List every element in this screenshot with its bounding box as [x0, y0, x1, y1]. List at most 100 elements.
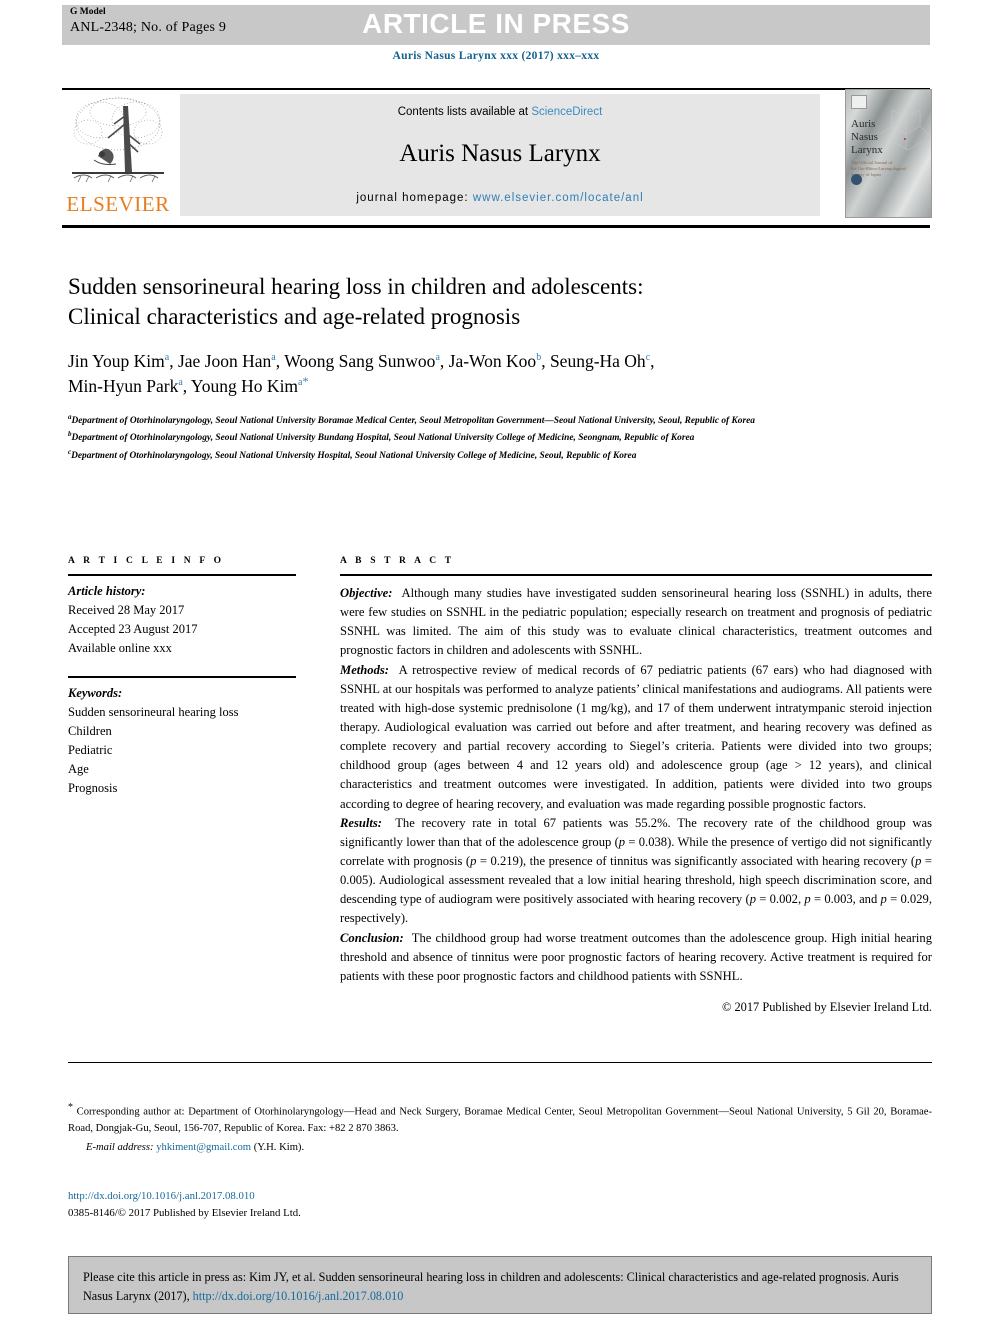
journal-citation-line: Auris Nasus Larynx xxx (2017) xxx–xxx: [392, 50, 600, 62]
author-separator: ,: [541, 350, 550, 371]
author-6: Min-Hyun Parka,: [68, 376, 191, 396]
author-name: Jin Youp Kim: [68, 350, 165, 371]
affiliation-text: Department of Otorhinolaryngology, Seoul…: [71, 416, 755, 427]
methods-label: Methods:: [340, 662, 389, 677]
asterisk-icon: *: [68, 1102, 73, 1113]
journal-cover-thumbnail: Auris Nasus Larynx The Official Journal of…: [845, 89, 932, 218]
contents-prefix: Contents lists available at: [397, 106, 532, 118]
author-name: Min-Hyun Park: [68, 376, 179, 397]
author-separator: ,: [439, 350, 449, 371]
history-available-online: Available online xxx: [68, 641, 172, 655]
masthead-top-rule: [62, 88, 930, 90]
affiliation-text: Department of Otorhinolaryngology, Seoul…: [71, 433, 695, 444]
author-name: Woong Sang Sunwoo: [284, 350, 436, 371]
title-line-2: Clinical characteristics and age-related…: [68, 304, 521, 330]
p-value-4: = 0.002,: [755, 892, 805, 907]
keyword-item: Age: [68, 762, 89, 776]
history-accepted: Accepted 23 August 2017: [68, 622, 198, 636]
keyword-item: Children: [68, 724, 112, 738]
contents-available-line: Contents lists available at ScienceDirec…: [180, 106, 820, 118]
journal-homepage-line: journal homepage: www.elsevier.com/locat…: [180, 192, 820, 204]
journal-masthead: ELSEVIER Contents lists available at Sci…: [62, 89, 932, 218]
conclusion-label: Conclusion:: [340, 930, 404, 945]
conclusion-text: The childhood group had worse treatment …: [340, 930, 932, 983]
author-5: Seung-Ha Ohc,: [550, 351, 655, 371]
author-name: Seung-Ha Oh: [549, 350, 646, 371]
keyword-item: Prognosis: [68, 781, 118, 795]
page-title: Sudden sensorineural hearing loss in chi…: [68, 272, 868, 333]
p-value-2: = 0.219), the presence of tinnitus was s…: [476, 853, 916, 868]
email-label: E-mail address:: [86, 1142, 154, 1153]
abstract-methods: Methods: A retrospective review of medic…: [340, 661, 932, 814]
article-info-rule: [68, 574, 296, 576]
affiliation-c: cDepartment of Otorhinolaryngology, Seou…: [68, 447, 858, 464]
elsevier-wordmark: ELSEVIER: [66, 192, 170, 216]
email-note: E-mail address: yhkiment@gmail.com (Y.H.…: [68, 1140, 932, 1157]
author-separator: ,: [275, 350, 285, 371]
affiliation-a: aDepartment of Otorhinolaryngology, Seou…: [68, 412, 858, 429]
author-separator: ,: [169, 350, 178, 371]
article-info-column: A R T I C L E I N F O Article history: R…: [68, 556, 296, 798]
keyword-item: Sudden sensorineural hearing loss: [68, 705, 239, 719]
results-label: Results:: [340, 815, 382, 830]
abstract-objective: Objective: Although many studies have in…: [340, 584, 932, 661]
author-name: Young Ho Kim: [190, 376, 299, 397]
cite-this-article-box: Please cite this article in press as: Ki…: [68, 1256, 932, 1314]
elsevier-tree-icon: [68, 94, 168, 190]
doi-and-issn-block: http://dx.doi.org/10.1016/j.anl.2017.08.…: [68, 1188, 301, 1223]
keyword-item: Pediatric: [68, 743, 113, 757]
abstract-copyright: © 2017 Published by Elsevier Ireland Ltd…: [721, 999, 932, 1014]
keywords-rule: [68, 676, 296, 678]
email-owner: (Y.H. Kim).: [253, 1142, 305, 1153]
paper-page: ARTICLE IN PRESS G Model ANL-2348; No. o…: [0, 0, 992, 1323]
doi-link[interactable]: http://dx.doi.org/10.1016/j.anl.2017.08.…: [68, 1188, 301, 1205]
objective-text: Although many studies have investigated …: [340, 586, 932, 658]
footer-rule: [68, 1062, 932, 1063]
p-value-5: = 0.003, and: [810, 892, 881, 907]
abstract-results: Results: The recovery rate in total 67 p…: [340, 814, 932, 929]
abstract-rule: [340, 574, 932, 576]
citation-doi-link[interactable]: http://dx.doi.org/10.1016/j.anl.2017.08.…: [193, 1289, 404, 1303]
cover-network-graphic: [879, 109, 929, 151]
corresponding-author-note: * Corresponding author at: Department of…: [68, 1100, 932, 1138]
footnote-block: * Corresponding author at: Department of…: [68, 1100, 932, 1157]
title-and-authors: Sudden sensorineural hearing loss in chi…: [68, 272, 868, 399]
g-model-label: G Model: [70, 7, 106, 17]
author-3: Woong Sang Sunwooa,: [284, 351, 448, 371]
author-1: Jin Youp Kima,: [68, 351, 178, 371]
masthead-bottom-rule: [62, 225, 930, 228]
author-4: Ja-Won Koob,: [449, 351, 550, 371]
affiliation-b: bDepartment of Otorhinolaryngology, Seou…: [68, 429, 858, 446]
elsevier-logo: ELSEVIER: [62, 92, 174, 218]
manuscript-id: ANL-2348; No. of Pages 9: [70, 19, 227, 35]
corresponding-author-text: Corresponding author at: Department of O…: [68, 1106, 932, 1135]
article-history-group: Article history: Received 28 May 2017 Ac…: [68, 582, 296, 658]
email-link[interactable]: yhkiment@gmail.com: [156, 1142, 251, 1153]
author-2: Jae Joon Hana,: [178, 351, 284, 371]
corresponding-author-mark: *: [302, 374, 309, 389]
keywords-group: Keywords: Sudden sensorineural hearing l…: [68, 684, 296, 798]
masthead-banner: Contents lists available at ScienceDirec…: [180, 94, 820, 216]
abstract-body: Objective: Although many studies have in…: [340, 584, 932, 1017]
affiliation-list: aDepartment of Otorhinolaryngology, Seou…: [68, 412, 858, 464]
author-separator: ,: [182, 376, 191, 397]
article-history-label: Article history:: [68, 584, 146, 598]
author-7: Young Ho Kima*: [190, 374, 309, 397]
abstract-conclusion: Conclusion: The childhood group had wors…: [340, 929, 932, 986]
objective-label: Objective:: [340, 586, 393, 600]
author-name: Jae Joon Han: [177, 350, 272, 371]
homepage-prefix: journal homepage:: [356, 192, 473, 204]
abstract-heading: A B S T R A C T: [340, 556, 455, 566]
author-list: Jin Youp Kima, Jae Joon Hana, Woong Sang…: [68, 349, 868, 400]
journal-homepage-link[interactable]: www.elsevier.com/locate/anl: [473, 192, 644, 204]
cite-this-article-text: Please cite this article in press as: Ki…: [69, 1257, 931, 1305]
journal-title: Auris Nasus Larynx: [399, 140, 601, 167]
article-info-heading: A R T I C L E I N F O: [68, 556, 225, 566]
keywords-label: Keywords:: [68, 686, 123, 700]
sciencedirect-link[interactable]: ScienceDirect: [531, 106, 602, 118]
manuscript-stamp: G Model ANL-2348; No. of Pages 9: [70, 7, 226, 36]
title-line-1: Sudden sensorineural hearing loss in chi…: [68, 274, 644, 299]
affiliation-text: Department of Otorhinolaryngology, Seoul…: [71, 450, 637, 461]
author-name: Ja-Won Koo: [448, 350, 537, 371]
methods-text: A retrospective review of medical record…: [340, 662, 932, 811]
